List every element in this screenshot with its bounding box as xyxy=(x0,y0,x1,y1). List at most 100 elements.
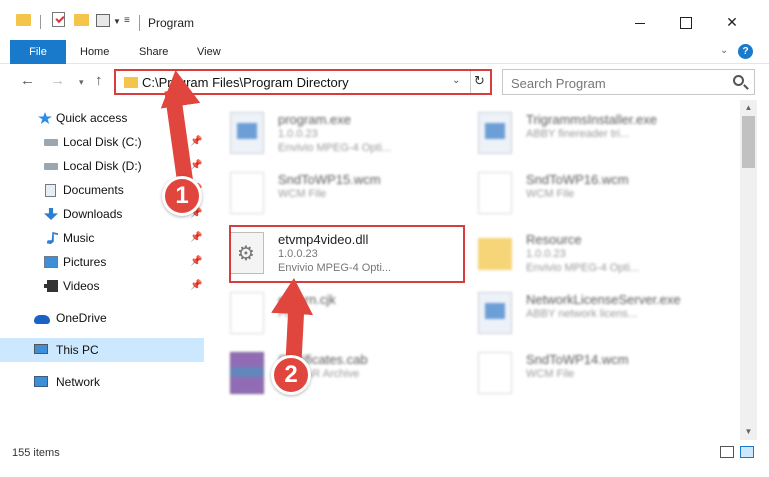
file-description: ABBY finereader tri... xyxy=(526,128,630,140)
file-description: Envivio MPEG-4 Opti... xyxy=(526,262,640,274)
sidebar-item-videos[interactable]: Videos 📌 xyxy=(0,274,204,298)
file-type: WCM File xyxy=(526,368,575,380)
file-name: Resource xyxy=(526,232,582,247)
sidebar-item-network[interactable]: Network xyxy=(0,370,204,394)
file-description: ABBY network licens... xyxy=(526,308,638,320)
step-badge-2: 2 xyxy=(271,355,311,395)
download-icon xyxy=(44,208,58,220)
new-folder-icon[interactable] xyxy=(74,14,89,26)
file-version: 1.0.0.23 xyxy=(526,248,566,260)
folder-icon xyxy=(478,238,512,270)
scroll-down-icon[interactable]: ▼ xyxy=(740,424,757,440)
maximize-button[interactable] xyxy=(665,8,705,36)
file-name: NetworkLicenseServer.exe xyxy=(526,292,681,307)
file-icon xyxy=(230,172,264,214)
title-divider xyxy=(139,15,140,31)
refresh-icon[interactable]: ↻ xyxy=(474,73,485,89)
sidebar-item-label: Pictures xyxy=(63,255,107,269)
scrollbar-thumb[interactable] xyxy=(742,116,755,168)
pin-icon[interactable]: 📌 xyxy=(190,274,202,298)
customize-quick-access-icon[interactable]: ≡ xyxy=(124,15,130,26)
tab-home[interactable]: Home xyxy=(80,40,109,64)
pictures-icon xyxy=(44,256,58,268)
list-item[interactable]: TrigrammsInstaller.exe ABBY finereader t… xyxy=(458,106,698,162)
folder-icon[interactable] xyxy=(16,14,31,26)
sidebar-item-onedrive[interactable]: OneDrive xyxy=(0,306,204,330)
sidebar-item-this-pc[interactable]: This PC xyxy=(0,338,204,362)
file-name: SndToWP16.wcm xyxy=(526,172,629,187)
chevron-down-icon[interactable]: ▼ xyxy=(113,17,121,26)
details-view-icon[interactable] xyxy=(720,446,734,458)
up-arrow-icon[interactable]: ↑ xyxy=(95,72,103,89)
drive-icon xyxy=(44,139,58,146)
videos-icon xyxy=(44,280,58,292)
sidebar-item-label: OneDrive xyxy=(56,311,107,325)
pin-icon[interactable]: 📌 xyxy=(190,226,202,250)
list-item[interactable]: SndToWP14.wcm WCM File xyxy=(458,346,698,402)
navigation-bar: ← → ▾ ↑ C:\Program Files\Program Directo… xyxy=(0,64,769,100)
star-icon xyxy=(38,112,52,124)
network-icon xyxy=(34,376,48,387)
sidebar-item-label: Documents xyxy=(63,183,124,197)
sidebar-item-label: Local Disk (C:) xyxy=(63,135,142,149)
item-count: 155 items xyxy=(12,447,60,459)
music-icon xyxy=(46,232,58,244)
minimize-button[interactable] xyxy=(620,8,660,36)
address-divider xyxy=(470,71,471,93)
vertical-scrollbar[interactable]: ▲ ▼ xyxy=(740,100,757,440)
properties-icon[interactable] xyxy=(96,14,110,27)
sidebar-item-pictures[interactable]: Pictures 📌 xyxy=(0,250,204,274)
sidebar-item-label: Downloads xyxy=(63,207,123,221)
file-name: TrigrammsInstaller.exe xyxy=(526,112,657,127)
pin-icon[interactable]: 📌 xyxy=(190,130,202,154)
exe-icon xyxy=(230,112,264,154)
highlight-box xyxy=(229,225,465,283)
list-item[interactable]: SndToWP16.wcm WCM File xyxy=(458,166,698,222)
recent-locations-chevron-icon[interactable]: ▾ xyxy=(79,77,84,88)
window-title: Program xyxy=(148,16,195,30)
pc-icon xyxy=(34,344,48,354)
exe-icon xyxy=(478,112,512,154)
search-icon[interactable] xyxy=(733,75,744,86)
title-bar: ▼ ≡ Program ✕ xyxy=(0,0,769,40)
sidebar-item-label: Network xyxy=(56,375,101,389)
list-item[interactable]: SndToWP15.wcm WCM File xyxy=(210,166,450,222)
file-type: WCM File xyxy=(278,188,327,200)
close-button[interactable]: ✕ xyxy=(712,8,752,36)
toolbar-divider xyxy=(40,15,41,29)
file-icon xyxy=(230,292,264,334)
help-icon[interactable]: ? xyxy=(738,44,753,59)
step-badge-1: 1 xyxy=(162,176,202,216)
file-icon xyxy=(478,172,512,214)
list-item[interactable]: etKorn.cjk File xyxy=(210,286,450,342)
folder-icon xyxy=(124,77,138,88)
tab-file[interactable]: File xyxy=(10,40,66,64)
back-arrow-icon[interactable]: ← xyxy=(20,72,35,89)
list-item[interactable]: NetworkLicenseServer.exe ABBY network li… xyxy=(458,286,698,342)
scroll-up-icon[interactable]: ▲ xyxy=(740,100,757,116)
sidebar-item-label: Videos xyxy=(63,279,100,293)
list-item[interactable]: Certificates.cab WinRAR Archive xyxy=(210,346,450,402)
properties-check-icon[interactable] xyxy=(52,12,65,27)
ribbon-tabs: File Home Share View ⌄ ? xyxy=(0,40,769,64)
tab-view[interactable]: View xyxy=(197,40,221,64)
tiles-view-icon[interactable] xyxy=(740,446,754,458)
tab-share[interactable]: Share xyxy=(139,40,168,64)
sidebar-item-music[interactable]: Music 📌 xyxy=(0,226,204,250)
sidebar-item-label: This PC xyxy=(56,343,99,357)
file-type: WCM File xyxy=(526,188,575,200)
sidebar-item-label: Quick access xyxy=(56,111,128,125)
list-item[interactable]: Resource 1.0.0.23 Envivio MPEG-4 Opti... xyxy=(458,226,698,282)
sidebar-item-label: Music xyxy=(63,231,95,245)
forward-arrow-icon[interactable]: → xyxy=(50,72,65,89)
chevron-down-icon[interactable]: ⌄ xyxy=(720,45,728,56)
list-item[interactable]: program.exe 1.0.0.23 Envivio MPEG-4 Opti… xyxy=(210,106,450,162)
documents-icon xyxy=(45,184,56,197)
pin-icon[interactable]: 📌 xyxy=(190,250,202,274)
archive-icon xyxy=(230,352,264,394)
chevron-down-icon[interactable]: ⌄ xyxy=(452,75,460,86)
search-input[interactable]: Search Program xyxy=(502,69,755,95)
search-placeholder: Search Program xyxy=(511,76,606,91)
file-name: SndToWP14.wcm xyxy=(526,352,629,367)
exe-icon xyxy=(478,292,512,334)
